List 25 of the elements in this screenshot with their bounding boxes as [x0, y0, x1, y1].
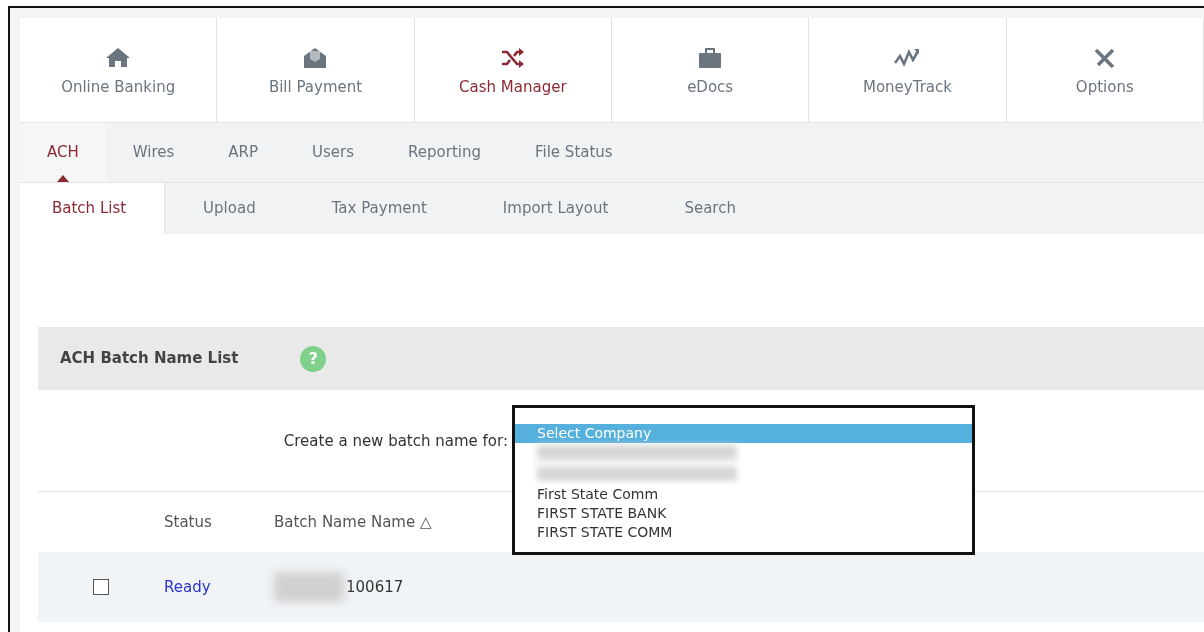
sub-tab[interactable]: ARP [201, 123, 286, 182]
envelope-icon [302, 46, 329, 71]
panel-title: ACH Batch Name List [60, 348, 239, 370]
section-tab[interactable]: Upload [165, 183, 294, 234]
shuffle-icon [499, 46, 526, 71]
section-tab[interactable]: Import Layout [464, 183, 647, 234]
list-option[interactable]: First State Comm [515, 485, 972, 504]
batch-name: 100617 [346, 576, 404, 598]
section-tab[interactable]: Tax Payment [293, 183, 465, 234]
sub-tab[interactable]: ACH [20, 123, 106, 182]
section-tab[interactable]: Batch List [20, 183, 166, 234]
company-listbox[interactable]: Select Company First State Comm FIRST STATE BANK FIRST STATE COMM [512, 405, 975, 555]
sub-tab[interactable]: File Status [508, 123, 640, 182]
row-checkbox[interactable] [93, 579, 109, 595]
sub-tab[interactable]: Wires [105, 123, 202, 182]
list-option[interactable]: FIRST STATE BANK [515, 504, 972, 523]
status-link[interactable]: Ready [164, 577, 211, 596]
section-tab[interactable]: Search [646, 183, 774, 234]
create-label: Create a new batch name for: [282, 431, 509, 452]
list-option[interactable]: FIRST STATE COMM [515, 523, 972, 542]
column-header[interactable]: Batch Name Name △ [274, 510, 432, 534]
briefcase-icon [697, 46, 724, 71]
sub-tab[interactable]: Users [285, 123, 382, 182]
column-header[interactable]: Status [164, 510, 274, 534]
sub-tab[interactable]: Reporting [381, 123, 508, 182]
